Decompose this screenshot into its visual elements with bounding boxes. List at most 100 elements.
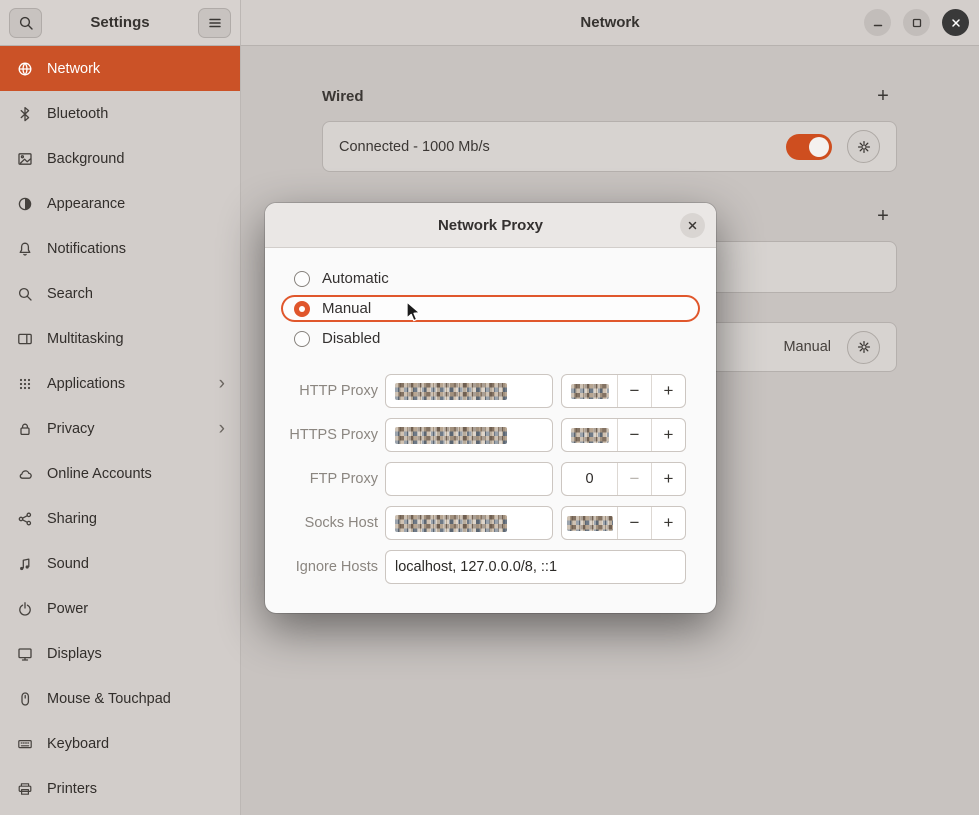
increment-button[interactable]: + [651, 507, 685, 539]
minimize-icon [871, 16, 885, 30]
socks-host-row: Socks Host − + [265, 506, 716, 540]
sidebar-item-label: Notifications [47, 241, 126, 257]
increment-button[interactable]: + [651, 419, 685, 451]
sidebar-item-label: Power [47, 601, 88, 617]
dialog-header: Network Proxy [265, 203, 716, 248]
dialog-close-button[interactable] [680, 213, 705, 238]
sidebar-item-network[interactable]: Network [0, 46, 240, 91]
sidebar-item-notifications[interactable]: Notifications [0, 226, 240, 271]
sidebar-item-power[interactable]: Power [0, 586, 240, 631]
socks-port-value[interactable] [562, 507, 617, 539]
close-icon [686, 219, 699, 232]
sidebar-item-label: Displays [47, 646, 102, 662]
ftp-proxy-input[interactable] [385, 462, 553, 496]
sidebar-item-sound[interactable]: Sound [0, 541, 240, 586]
sidebar-item-displays[interactable]: Displays [0, 631, 240, 676]
socks-port-spinner: − + [561, 506, 686, 540]
decrement-button[interactable]: − [617, 375, 651, 407]
sidebar-item-label: Printers [47, 781, 97, 797]
sidebar-item-search[interactable]: Search [0, 271, 240, 316]
toggle-knob [809, 137, 829, 157]
sidebar-item-label: Mouse & Touchpad [47, 691, 171, 707]
decrement-button[interactable]: − [617, 419, 651, 451]
sidebar-item-label: Network [47, 61, 100, 77]
sidebar-item-label: Applications [47, 376, 125, 392]
wired-add-button[interactable]: + [869, 83, 897, 109]
vpn-add-button[interactable]: + [869, 203, 897, 229]
sidebar-item-sharing[interactable]: Sharing [0, 496, 240, 541]
wired-settings-button[interactable] [847, 130, 880, 163]
radio-row-disabled[interactable]: Disabled [281, 325, 700, 352]
redacted-value [567, 516, 613, 531]
sidebar-item-background[interactable]: Background [0, 136, 240, 181]
proxy-mode-group: Automatic Manual Disabled [281, 265, 700, 355]
cloud-icon [17, 466, 33, 482]
sidebar-item-applications[interactable]: Applications › [0, 361, 240, 406]
radio-button-icon [294, 331, 310, 347]
keyboard-icon [17, 736, 33, 752]
increment-button[interactable]: + [651, 375, 685, 407]
settings-title: Settings [48, 14, 192, 31]
titlebar: Settings Network [0, 0, 979, 46]
wired-connection-row: Connected - 1000 Mb/s [322, 121, 897, 172]
search-button[interactable] [9, 8, 42, 38]
close-window-button[interactable] [942, 9, 969, 36]
radio-row-automatic[interactable]: Automatic [281, 265, 700, 292]
sidebar-item-printers[interactable]: Printers [0, 766, 240, 811]
mouse-icon [17, 691, 33, 707]
http-port-value[interactable] [562, 375, 617, 407]
proxy-settings-button[interactable] [847, 331, 880, 364]
ftp-port-value[interactable]: 0 [562, 463, 617, 495]
https-proxy-input[interactable] [385, 418, 553, 452]
sidebar-item-online-accounts[interactable]: Online Accounts [0, 451, 240, 496]
sidebar-item-keyboard[interactable]: Keyboard [0, 721, 240, 766]
wired-status: Connected - 1000 Mb/s [339, 139, 490, 155]
http-proxy-label: HTTP Proxy [265, 374, 378, 408]
http-proxy-row: HTTP Proxy − + [265, 374, 716, 408]
music-note-icon [17, 556, 33, 572]
radio-row-manual[interactable]: Manual [281, 295, 700, 322]
wired-heading: Wired [322, 88, 364, 105]
https-proxy-label: HTTPS Proxy [265, 418, 378, 452]
sidebar-item-multitasking[interactable]: Multitasking [0, 316, 240, 361]
chevron-right-icon: › [219, 419, 225, 438]
ignore-hosts-row: Ignore Hosts localhost, 127.0.0.0/8, ::1 [265, 550, 716, 584]
socks-host-label: Socks Host [265, 506, 378, 540]
maximize-button[interactable] [903, 9, 930, 36]
radio-label: Automatic [322, 270, 389, 287]
wired-toggle[interactable] [786, 134, 832, 160]
sidebar-item-appearance[interactable]: Appearance [0, 181, 240, 226]
page-title: Network [580, 14, 639, 31]
socks-host-input[interactable] [385, 506, 553, 540]
printer-icon [17, 781, 33, 797]
background-icon [17, 151, 33, 167]
main-titlebar: Network [241, 0, 979, 46]
bell-icon [17, 241, 33, 257]
minimize-button[interactable] [864, 9, 891, 36]
ftp-port-spinner: 0 − + [561, 462, 686, 496]
network-proxy-dialog: Network Proxy Automatic Manual Disabled … [265, 203, 716, 613]
ignore-hosts-input[interactable]: localhost, 127.0.0.0/8, ::1 [385, 550, 686, 584]
sidebar-item-label: Privacy [47, 421, 95, 437]
mouse-cursor [403, 301, 423, 323]
search-icon [17, 286, 33, 302]
ftp-proxy-label: FTP Proxy [265, 462, 378, 496]
redacted-value [395, 515, 507, 532]
menu-button[interactable] [198, 8, 231, 38]
sidebar-item-bluetooth[interactable]: Bluetooth [0, 91, 240, 136]
https-port-value[interactable] [562, 419, 617, 451]
radio-button-icon [294, 271, 310, 287]
http-proxy-input[interactable] [385, 374, 553, 408]
increment-button[interactable]: + [651, 463, 685, 495]
redacted-value [571, 384, 609, 399]
decrement-button[interactable]: − [617, 507, 651, 539]
decrement-button[interactable]: − [617, 463, 651, 495]
sidebar-item-mouse-touchpad[interactable]: Mouse & Touchpad [0, 676, 240, 721]
sidebar-titlebar: Settings [0, 0, 241, 46]
radio-label: Disabled [322, 330, 380, 347]
appearance-icon [17, 196, 33, 212]
gear-icon [856, 139, 872, 155]
power-icon [17, 601, 33, 617]
maximize-icon [910, 16, 924, 30]
sidebar-item-privacy[interactable]: Privacy › [0, 406, 240, 451]
